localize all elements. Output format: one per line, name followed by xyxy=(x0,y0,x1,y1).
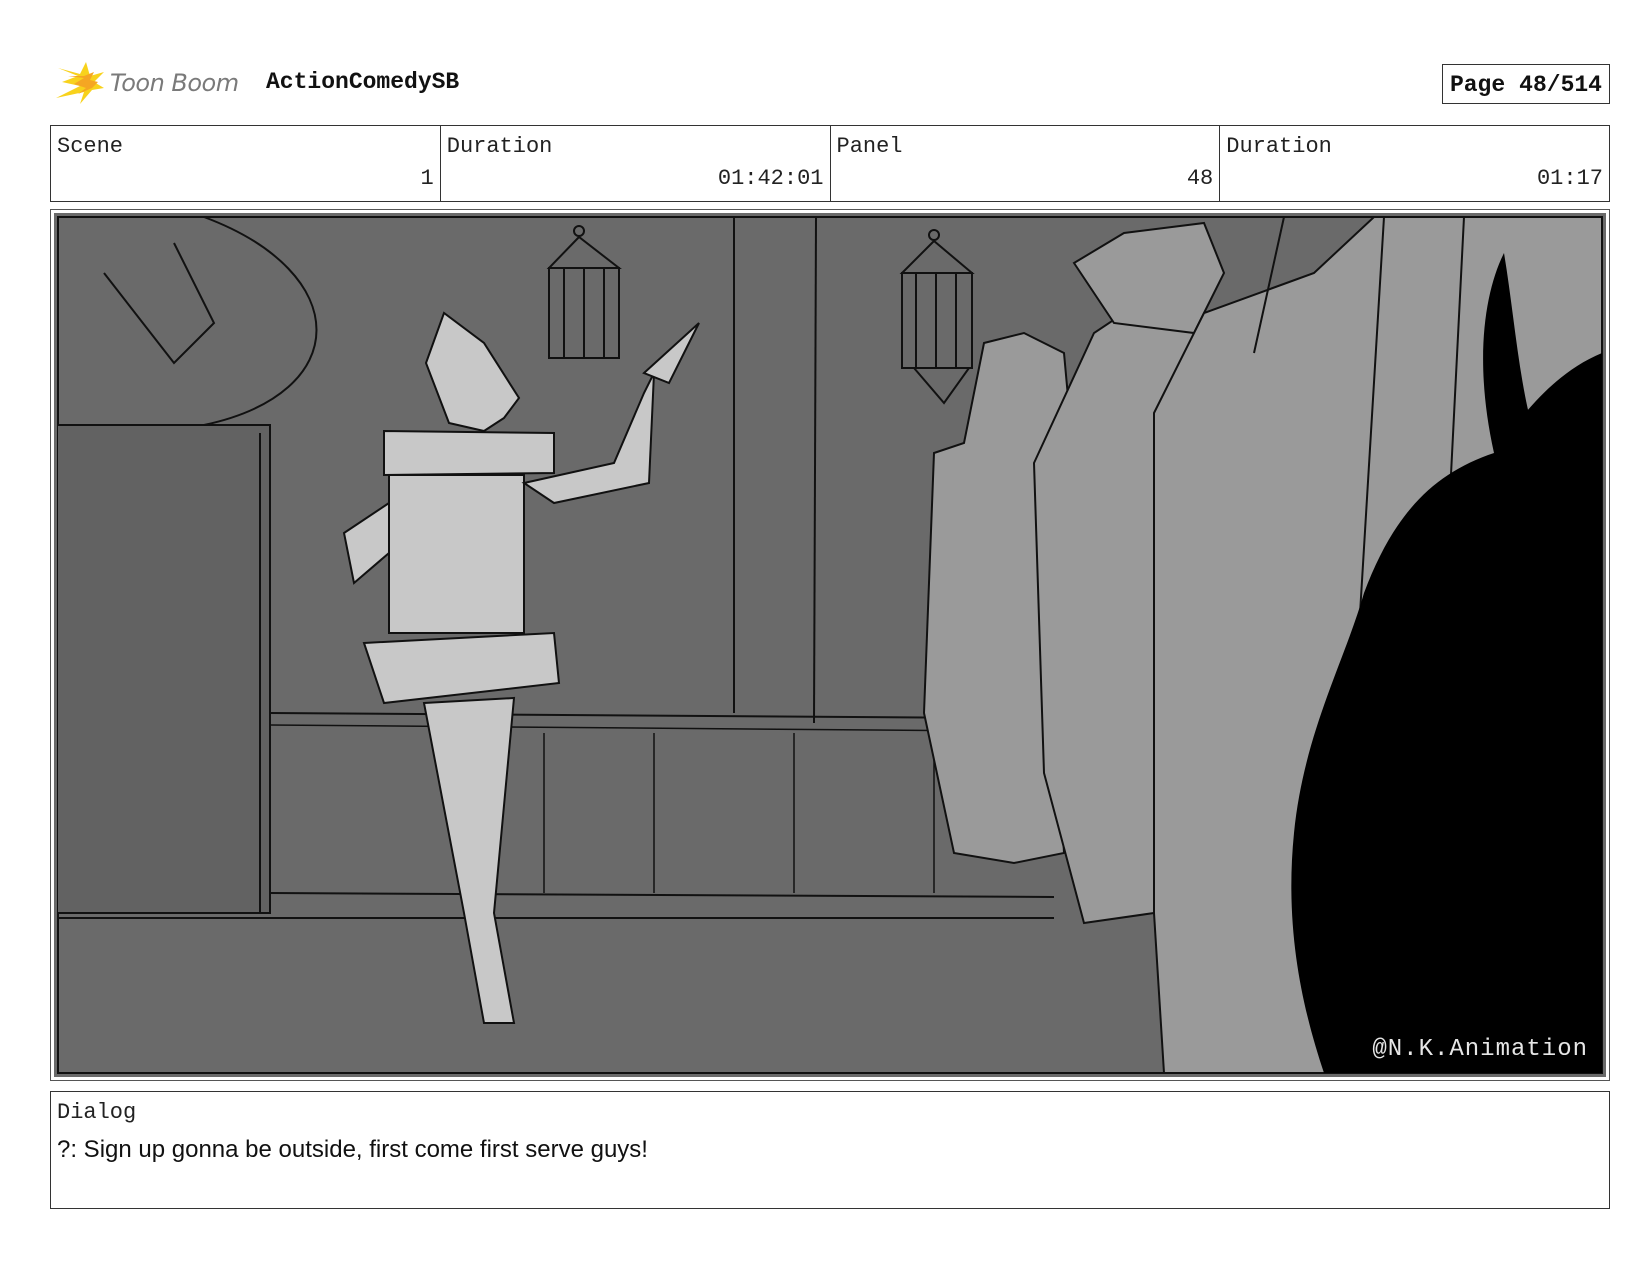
scene-label: Scene xyxy=(57,134,124,159)
lantern-left xyxy=(546,225,622,359)
panel-sketch xyxy=(57,216,1603,1074)
panel-label: Panel xyxy=(836,134,903,159)
panel-cell: Panel 48 xyxy=(831,126,1221,201)
page-header: Toon Boom ActionComedySB Page 48/514 xyxy=(50,54,1610,110)
lantern-right xyxy=(899,229,975,405)
starburst-icon xyxy=(56,62,104,104)
panel-duration-value: 01:17 xyxy=(1536,166,1603,191)
character-waving xyxy=(342,311,700,1024)
wall-frame xyxy=(203,216,318,426)
logo-wordmark: Toon Boom xyxy=(110,69,239,97)
dialog-text: ?: Sign up gonna be outside, first come … xyxy=(57,1136,648,1163)
panel-drawing: @N.K.Animation xyxy=(54,213,1606,1077)
scene-duration-value: 01:42:01 xyxy=(717,166,824,191)
panel-info-table: Scene 1 Duration 01:42:01 Panel 48 Durat… xyxy=(50,125,1610,202)
scene-value: 1 xyxy=(420,166,434,191)
toon-boom-logo: Toon Boom xyxy=(54,58,254,106)
left-cabinet xyxy=(58,424,271,914)
page-indicator: Page 48/514 xyxy=(1441,64,1610,104)
page-number: 48/514 xyxy=(1519,72,1602,98)
panel-duration-cell: Duration 01:17 xyxy=(1220,126,1609,201)
dialog-label: Dialog xyxy=(57,1100,137,1125)
scene-cell: Scene 1 xyxy=(51,126,441,201)
project-title: ActionComedySB xyxy=(266,69,460,95)
storyboard-panel: @N.K.Animation xyxy=(50,209,1610,1081)
panel-value: 48 xyxy=(1186,166,1214,191)
scene-duration-cell: Duration 01:42:01 xyxy=(441,126,831,201)
watermark: @N.K.Animation xyxy=(1372,1036,1588,1063)
counter-top xyxy=(269,712,995,719)
panel-duration-label: Duration xyxy=(1226,134,1332,159)
page-label: Page xyxy=(1449,72,1506,98)
dialog-box: Dialog ?: Sign up gonna be outside, firs… xyxy=(50,1091,1610,1209)
scene-duration-label: Duration xyxy=(446,134,553,159)
